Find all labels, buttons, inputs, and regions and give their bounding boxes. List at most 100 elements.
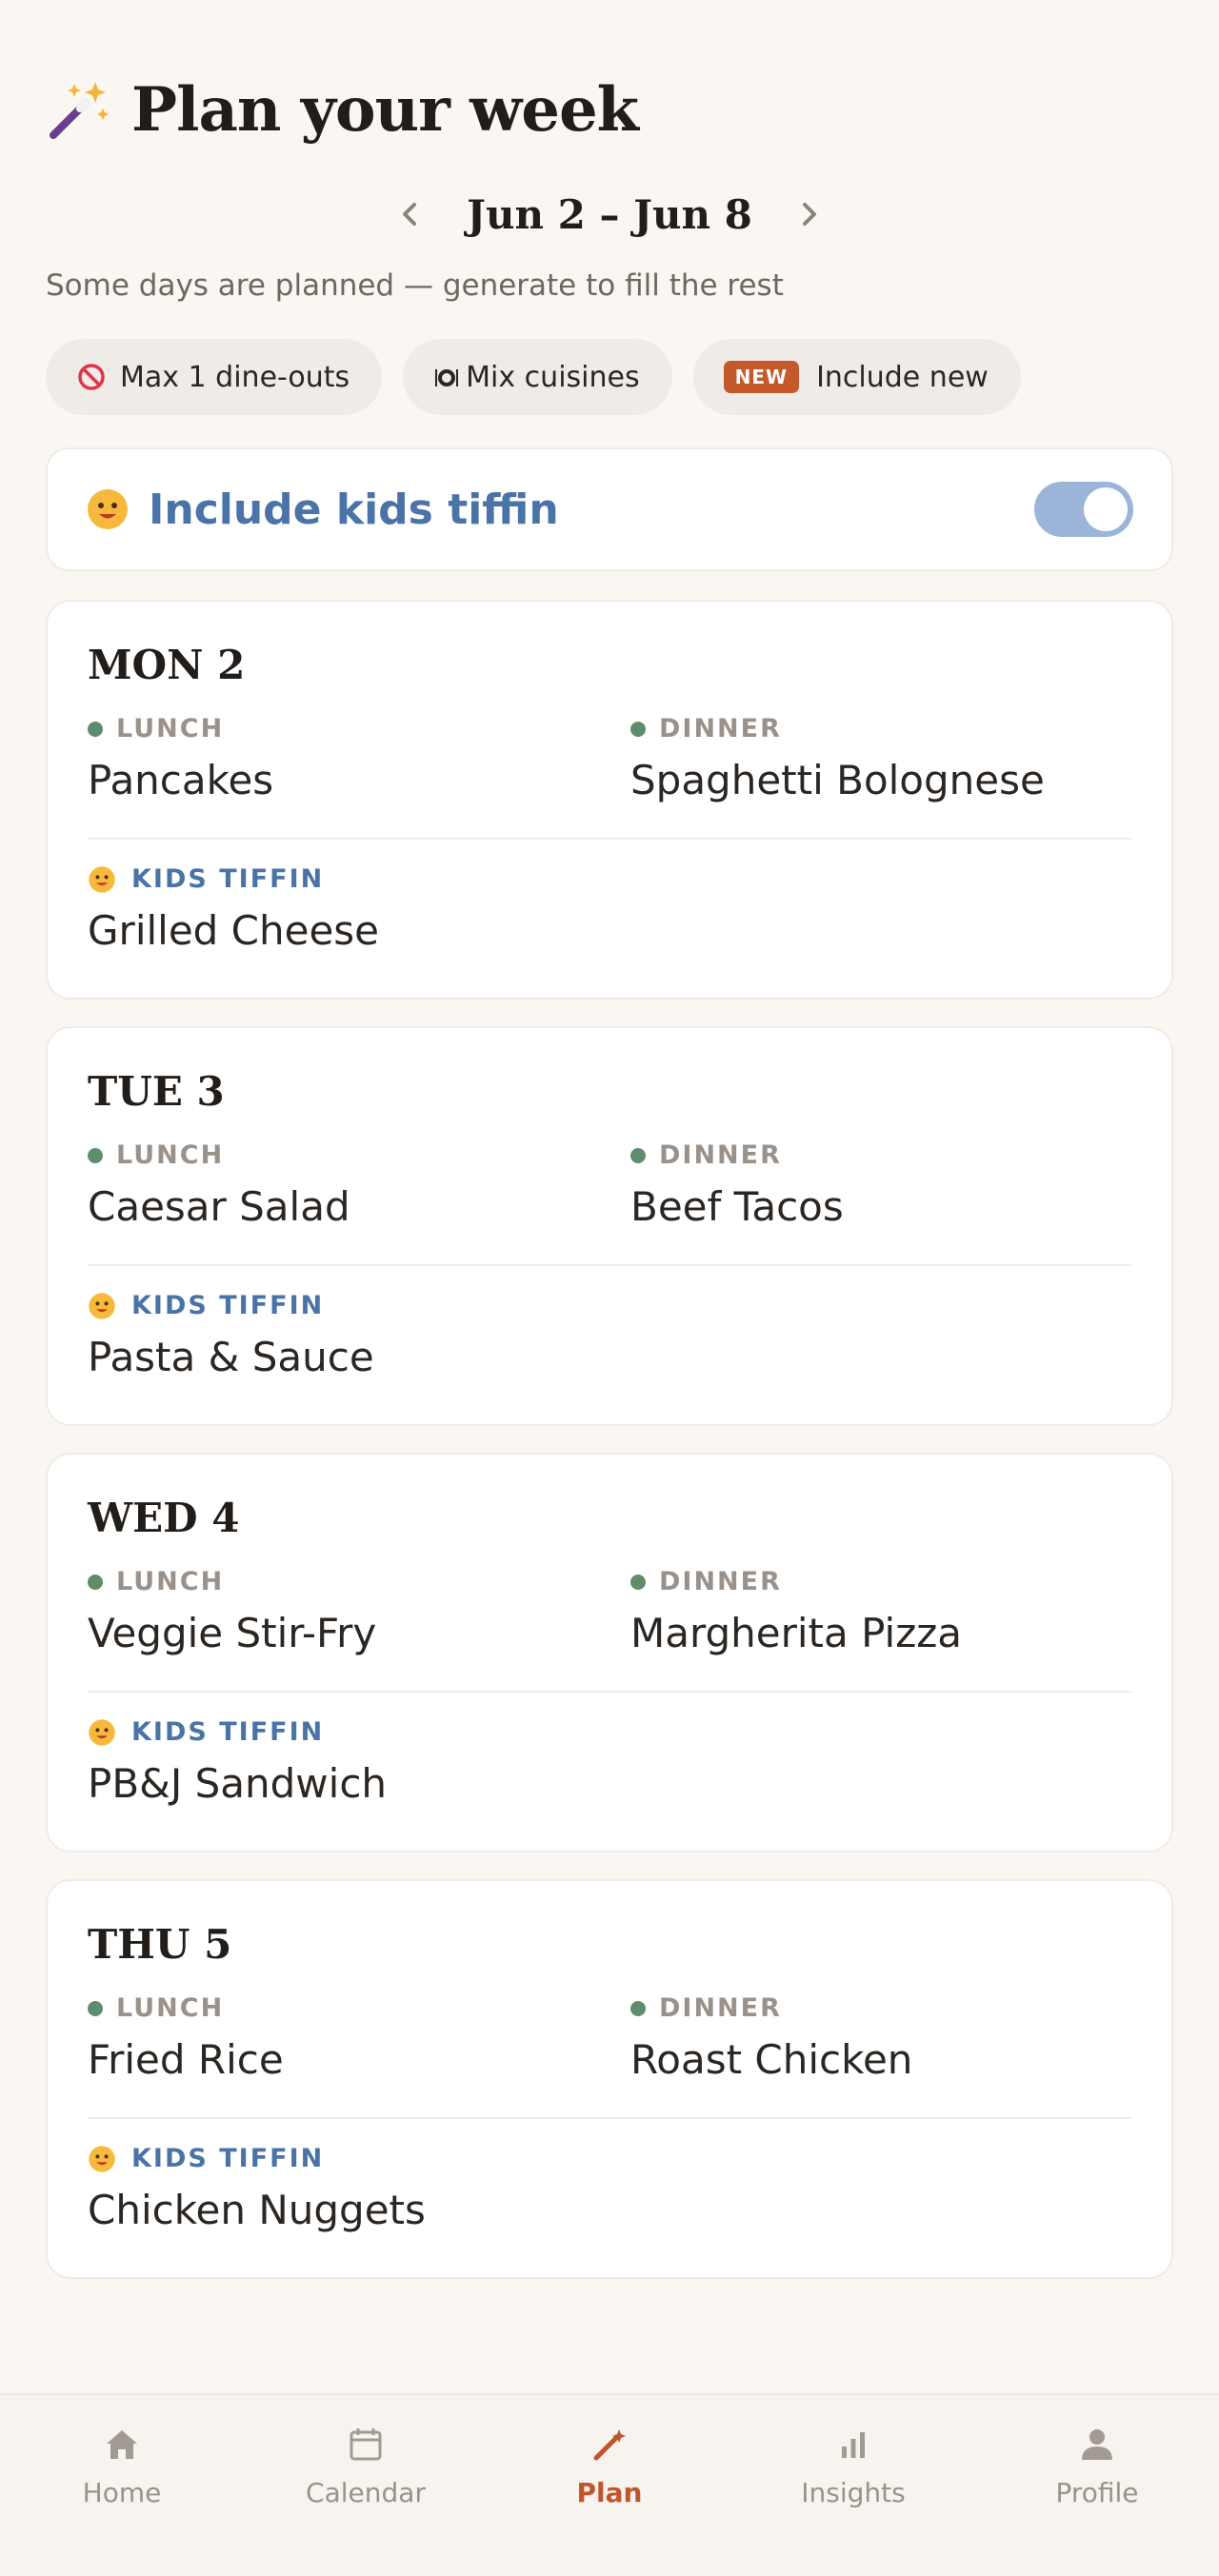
- lunch-label: LUNCH: [116, 1140, 225, 1170]
- lunch-slot[interactable]: LUNCH Pancakes: [88, 714, 273, 803]
- kids-tiffin-slot[interactable]: KIDS TIFFIN Pasta & Sauce: [88, 1291, 374, 1380]
- dinner-slot[interactable]: DINNER Roast Chicken: [630, 1993, 912, 2083]
- day-title: WED 4: [88, 1495, 240, 1541]
- dinner-slot[interactable]: DINNER Margherita Pizza: [630, 1567, 962, 1656]
- lunch-name: Pancakes: [88, 757, 274, 803]
- tiffin-name: Grilled Cheese: [88, 907, 380, 954]
- kids-tiffin-toggle-card: Include kids tiffin: [46, 447, 1173, 571]
- nav-label: Plan: [576, 2477, 643, 2508]
- lunch-label: LUNCH: [116, 1567, 225, 1596]
- lunch-label: LUNCH: [116, 1993, 225, 2023]
- nav-label: Home: [82, 2477, 162, 2508]
- lunch-slot[interactable]: LUNCH Caesar Salad: [88, 1140, 350, 1230]
- day-title: TUE 3: [88, 1068, 225, 1115]
- dinner-slot[interactable]: DINNER Beef Tacos: [630, 1140, 844, 1230]
- dinner-label: DINNER: [659, 714, 782, 743]
- chip-include-new[interactable]: NEW Include new: [692, 339, 1021, 415]
- dinner-slot[interactable]: DINNER Spaghetti Bolognese: [630, 714, 1045, 803]
- day-card-tue[interactable]: TUE 3 LUNCH Caesar Salad DINNER Beef Tac…: [46, 1026, 1173, 1426]
- divider: [88, 1691, 1131, 1693]
- header: Plan your week: [46, 67, 639, 152]
- dinner-name: Beef Tacos: [630, 1183, 844, 1230]
- nav-label: Calendar: [306, 2477, 426, 2508]
- nav-item-plan[interactable]: Plan: [488, 2395, 731, 2576]
- kids-tiffin-toggle[interactable]: [1034, 482, 1133, 537]
- day-card-mon[interactable]: MON 2 LUNCH Pancakes DINNER Spaghetti Bo…: [46, 600, 1173, 1000]
- week-navigator: Jun 2 – Jun 8: [0, 181, 1219, 248]
- chip-mix-cuisines[interactable]: Mix cuisines: [403, 339, 672, 415]
- dinner-name: Roast Chicken: [630, 2036, 913, 2083]
- dinner-label: DINNER: [659, 1140, 782, 1170]
- nav-label: Profile: [1055, 2477, 1139, 2508]
- divider: [88, 1264, 1131, 1266]
- plan-screen: Plan your week Jun 2 – Jun 8 Some days a…: [0, 0, 1219, 2576]
- preference-chips: Max 1 dine-outs Mix cuisines NEW Include…: [46, 339, 1021, 415]
- nav-label: Insights: [801, 2477, 906, 2508]
- bar-chart-icon: [842, 2432, 865, 2458]
- tiffin-label: KIDS TIFFIN: [131, 864, 325, 894]
- plate-icon: [433, 364, 460, 390]
- dinner-name: Spaghetti Bolognese: [630, 757, 1045, 803]
- lunch-slot[interactable]: LUNCH Fried Rice: [88, 1993, 284, 2083]
- nav-item-calendar[interactable]: Calendar: [244, 2395, 488, 2576]
- calendar-icon: [350, 2428, 382, 2461]
- lunch-name: Caesar Salad: [88, 1183, 350, 1230]
- chevron-right-icon[interactable]: [787, 191, 832, 237]
- nav-item-profile[interactable]: Profile: [975, 2395, 1219, 2576]
- week-range-label: Jun 2 – Jun 8: [467, 190, 752, 238]
- meal-dot: [88, 1574, 103, 1590]
- nav-item-insights[interactable]: Insights: [731, 2395, 975, 2576]
- meal-dot: [88, 1147, 103, 1163]
- nav-item-home[interactable]: Home: [0, 2395, 244, 2576]
- plan-hint: Some days are planned — generate to fill…: [46, 268, 784, 303]
- divider: [88, 2117, 1131, 2119]
- day-title: THU 5: [88, 1921, 232, 1968]
- divider: [88, 838, 1131, 840]
- meal-dot: [88, 2000, 103, 2016]
- meal-dot: [630, 2000, 646, 2016]
- person-icon: [1082, 2429, 1112, 2460]
- dinner-name: Margherita Pizza: [630, 1610, 963, 1656]
- toggle-knob: [1084, 487, 1128, 531]
- meal-dot: [630, 721, 646, 737]
- tiffin-label: KIDS TIFFIN: [131, 1717, 325, 1747]
- tiffin-name: Pasta & Sauce: [88, 1334, 374, 1380]
- kid-face-icon: [89, 1718, 115, 1746]
- kids-tiffin-slot[interactable]: KIDS TIFFIN Grilled Cheese: [88, 864, 379, 954]
- day-card-thu[interactable]: THU 5 LUNCH Fried Rice DINNER Roast Chic…: [46, 1879, 1173, 2279]
- meal-dot: [630, 1574, 646, 1590]
- magic-wand-icon: [50, 82, 109, 139]
- chip-label: Max 1 dine-outs: [120, 360, 350, 394]
- tiffin-label: KIDS TIFFIN: [131, 2144, 325, 2173]
- chevron-left-icon[interactable]: [387, 191, 432, 237]
- kids-tiffin-slot[interactable]: KIDS TIFFIN Chicken Nuggets: [88, 2144, 426, 2233]
- lunch-label: LUNCH: [116, 714, 225, 743]
- new-badge: NEW: [723, 361, 800, 393]
- dinner-label: DINNER: [659, 1993, 782, 2023]
- dinner-label: DINNER: [659, 1567, 782, 1596]
- day-title: MON 2: [88, 642, 246, 688]
- meal-dot: [630, 1147, 646, 1163]
- chip-label: Include new: [816, 360, 989, 394]
- tiffin-label: KIDS TIFFIN: [131, 1291, 325, 1320]
- tiffin-name: Chicken Nuggets: [88, 2187, 426, 2233]
- kids-tiffin-slot[interactable]: KIDS TIFFIN PB&J Sandwich: [88, 1717, 387, 1807]
- day-card-wed[interactable]: WED 4 LUNCH Veggie Stir-Fry DINNER Margh…: [46, 1453, 1173, 1853]
- kid-face-icon: [89, 865, 115, 893]
- home-icon: [107, 2430, 137, 2459]
- tiffin-name: PB&J Sandwich: [88, 1760, 388, 1807]
- chip-label: Mix cuisines: [466, 360, 640, 394]
- lunch-name: Veggie Stir-Fry: [88, 1610, 377, 1656]
- no-entry-icon: [76, 362, 107, 392]
- lunch-name: Fried Rice: [88, 2036, 284, 2083]
- chip-max-dine-outs[interactable]: Max 1 dine-outs: [46, 339, 383, 415]
- lunch-slot[interactable]: LUNCH Veggie Stir-Fry: [88, 1567, 376, 1656]
- meal-dot: [88, 721, 103, 737]
- kid-face-icon: [89, 2145, 115, 2172]
- kid-face-icon: [88, 489, 128, 529]
- kid-face-icon: [89, 1292, 115, 1319]
- kids-tiffin-label: Include kids tiffin: [149, 485, 559, 534]
- page-title: Plan your week: [131, 73, 639, 146]
- bottom-nav: Home Calendar Plan Insights Profile: [0, 2393, 1219, 2576]
- pen-icon: [593, 2429, 626, 2461]
